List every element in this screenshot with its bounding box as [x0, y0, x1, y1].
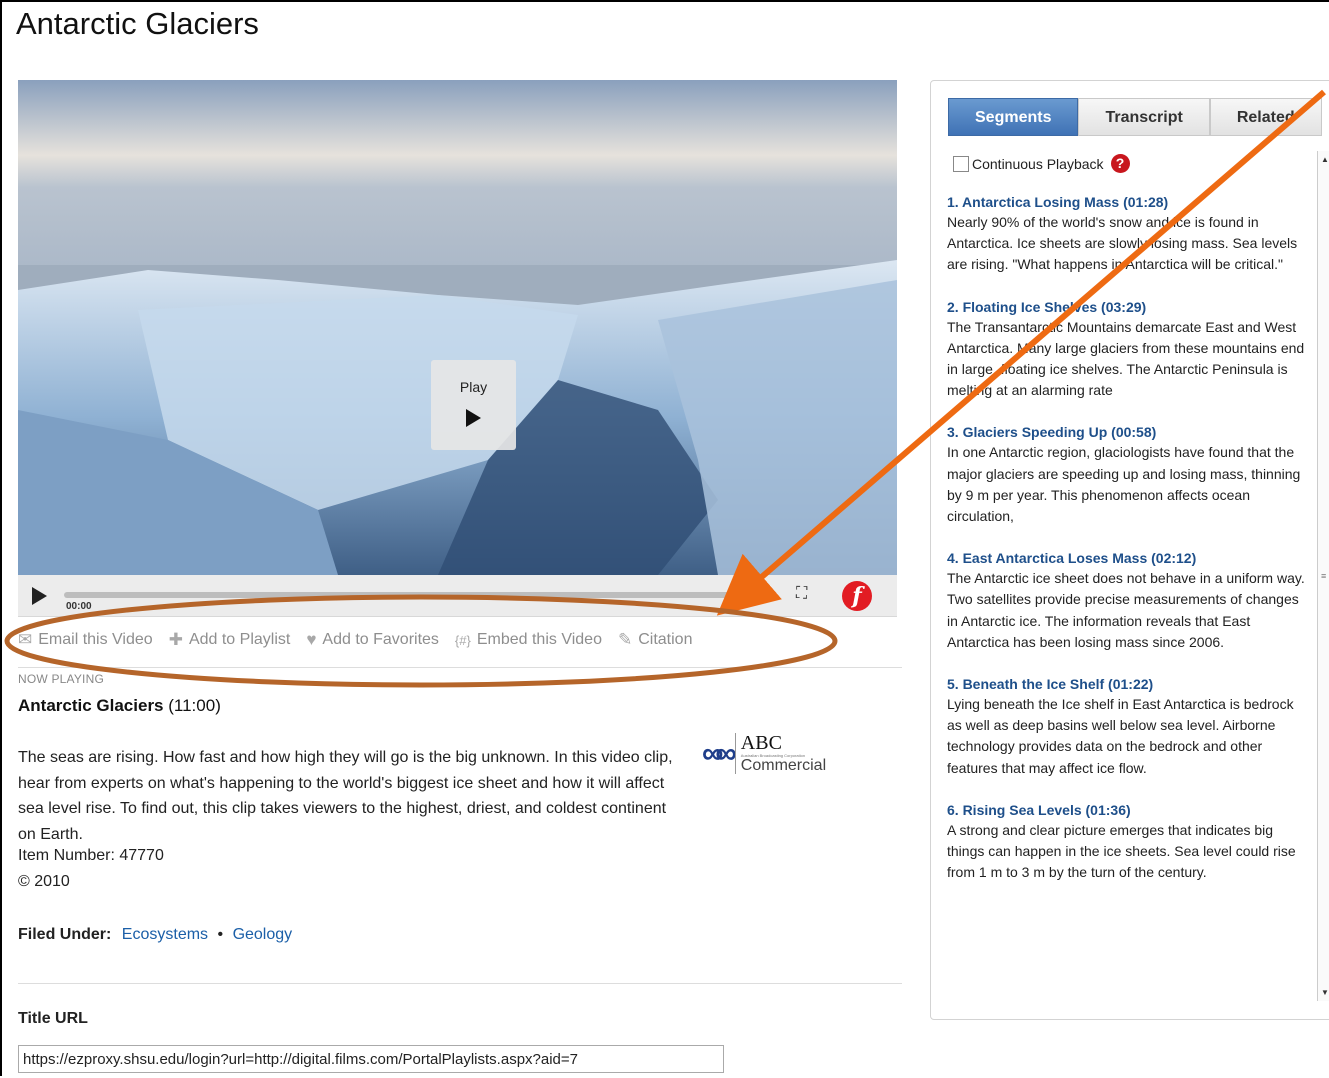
category-separator: •: [217, 926, 224, 943]
segment-title-link[interactable]: 3. Glaciers Speeding Up (00:58): [947, 423, 1307, 442]
video-frame[interactable]: Play: [18, 80, 897, 575]
video-thumbnail: [18, 80, 897, 575]
play-overlay-button[interactable]: Play: [431, 360, 516, 450]
add-to-playlist-label: Add to Playlist: [188, 631, 291, 648]
filed-under-label: Filed Under:: [18, 926, 112, 943]
category-link[interactable]: Geology: [233, 926, 293, 943]
tab-segments[interactable]: Segments: [948, 98, 1079, 136]
page-title: Antarctic Glaciers: [16, 6, 259, 41]
list-item: 5. Beneath the Ice Shelf (01:22) Lying b…: [947, 675, 1307, 779]
segments-panel: Segments Transcript Related Continuous P…: [930, 80, 1329, 1020]
segment-description: Nearly 90% of the world's snow and ice i…: [947, 214, 1298, 273]
continuous-playback: Continuous Playback ?: [953, 154, 1130, 173]
list-item: 4. East Antarctica Loses Mass (02:12) Th…: [947, 549, 1307, 653]
segment-list: 1. Antarctica Losing Mass (01:28) Nearly…: [947, 193, 1307, 905]
publisher-logo[interactable]: ∞∞ ABC Australian Broadcasting Corporati…: [702, 733, 826, 774]
tab-related[interactable]: Related: [1209, 98, 1322, 136]
list-item: 6. Rising Sea Levels (01:36) A strong an…: [947, 801, 1307, 884]
films-logo-icon: f: [842, 581, 872, 611]
now-playing-label: NOW PLAYING: [18, 672, 104, 686]
video-actions: ✉ Email this Video ✚ Add to Playlist ♥ A…: [18, 628, 692, 652]
continuous-playback-checkbox[interactable]: [953, 155, 969, 172]
scroll-up-icon[interactable]: ▲: [1321, 155, 1329, 164]
scrollbar[interactable]: ▲ ≡ ▼: [1317, 151, 1329, 1001]
category-link[interactable]: Ecosystems: [122, 926, 208, 943]
list-item: 3. Glaciers Speeding Up (00:58) In one A…: [947, 423, 1307, 527]
segment-description: A strong and clear picture emerges that …: [947, 821, 1296, 881]
segment-description: In one Antarctic region, glaciologists h…: [947, 444, 1301, 525]
plus-icon: ✚: [168, 630, 183, 649]
progress-bar[interactable]: [64, 592, 736, 598]
volume-icon[interactable]: 🔊︎: [756, 585, 767, 606]
segment-title-link[interactable]: 5. Beneath the Ice Shelf (01:22): [947, 675, 1307, 694]
abc-waves-icon: ∞∞: [702, 736, 737, 770]
player-controls: 00:00 🔊︎ ⛶ f: [18, 575, 897, 617]
video-title-line: Antarctic Glaciers (11:00): [18, 696, 221, 716]
divider: [18, 983, 902, 984]
video-duration: (11:00): [168, 696, 221, 715]
citation-label: Citation: [638, 631, 693, 648]
publisher-division: Commercial: [740, 757, 827, 774]
divider: [18, 667, 902, 668]
segment-title-link[interactable]: 1. Antarctica Losing Mass (01:28): [947, 193, 1307, 212]
title-url-label: Title URL: [18, 1010, 88, 1027]
copyright: © 2010: [18, 873, 70, 890]
edit-icon: ✎: [617, 630, 633, 649]
time-readout: 00:00: [66, 601, 92, 612]
add-to-playlist-link[interactable]: ✚ Add to Playlist: [169, 630, 291, 650]
video-title: Antarctic Glaciers: [18, 696, 164, 715]
publisher-text: ABC Australian Broadcasting Corporation …: [734, 732, 827, 774]
envelope-icon: ✉: [18, 630, 33, 649]
fullscreen-icon[interactable]: ⛶: [796, 585, 807, 603]
tab-transcript[interactable]: Transcript: [1078, 98, 1210, 136]
segment-title-link[interactable]: 6. Rising Sea Levels (01:36): [947, 801, 1307, 820]
segment-description: The Transantarctic Mountains demarcate E…: [947, 318, 1305, 399]
scroll-down-icon[interactable]: ▼: [1321, 988, 1329, 997]
filed-under: Filed Under: Ecosystems • Geology: [18, 926, 292, 944]
item-number: Item Number: 47770: [18, 847, 164, 864]
segment-description: Lying beneath the Ice shelf in East Anta…: [947, 696, 1294, 776]
video-description: The seas are rising. How fast and how hi…: [18, 749, 673, 843]
embed-video-label: Embed this Video: [476, 631, 602, 648]
play-overlay-label: Play: [459, 379, 488, 395]
embed-video-link[interactable]: {#} Embed this Video: [455, 631, 602, 649]
email-video-link[interactable]: ✉ Email this Video: [18, 630, 153, 650]
add-to-favorites-link[interactable]: ♥ Add to Favorites: [306, 630, 439, 650]
add-to-favorites-label: Add to Favorites: [322, 631, 439, 648]
segment-description: The Antarctic ice sheet does not behave …: [947, 570, 1305, 650]
heart-icon: ♥: [306, 630, 317, 649]
scroll-grip-icon[interactable]: ≡: [1321, 571, 1326, 581]
segment-title-link[interactable]: 2. Floating Ice Shelves (03:29): [947, 298, 1307, 317]
help-icon[interactable]: ?: [1110, 154, 1130, 173]
citation-link[interactable]: ✎ Citation: [618, 630, 693, 650]
email-video-label: Email this Video: [38, 631, 153, 648]
segment-title-link[interactable]: 4. East Antarctica Loses Mass (02:12): [947, 549, 1307, 568]
control-play-icon[interactable]: [32, 587, 47, 605]
list-item: 2. Floating Ice Shelves (03:29) The Tran…: [947, 298, 1307, 402]
continuous-playback-label: Continuous Playback: [972, 155, 1104, 172]
embed-icon: {#}: [454, 632, 471, 648]
panel-tabs: Segments Transcript Related: [948, 98, 1322, 136]
play-icon: [466, 409, 481, 427]
title-url-field[interactable]: [18, 1045, 724, 1073]
publisher-name: ABC: [740, 732, 782, 754]
list-item: 1. Antarctica Losing Mass (01:28) Nearly…: [947, 193, 1307, 276]
